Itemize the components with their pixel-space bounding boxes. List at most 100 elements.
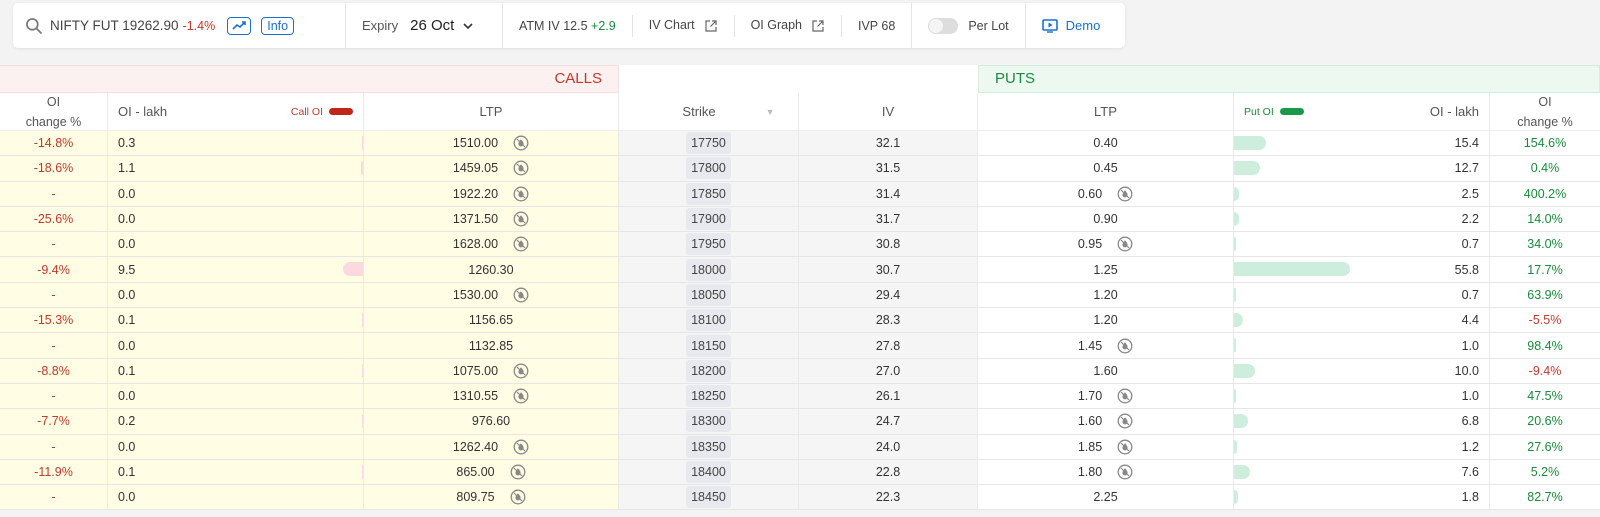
put-ltp-cell[interactable]: 0.95 xyxy=(978,232,1234,257)
table-row[interactable]: -7.7% 0.2 976.60 18300 24.7 1.60 6.8 20.6% xyxy=(0,409,1600,435)
header-put-ltp[interactable]: LTP xyxy=(978,93,1234,130)
table-row[interactable]: -0.0 809.75 18450 22.3 2.25 1.8 82.7% xyxy=(0,485,1600,511)
puts-section-label: PUTS xyxy=(978,65,1600,93)
put-oi-change: -9.4% xyxy=(1490,358,1600,383)
header-put-oi-change[interactable]: OI change % xyxy=(1490,93,1600,130)
put-oi-cell: 6.8 xyxy=(1234,409,1490,434)
call-ltp-cell[interactable]: 976.60 xyxy=(364,409,619,434)
header-call-ltp[interactable]: LTP xyxy=(364,93,619,130)
atm-iv-value: ATM IV 12.5 xyxy=(519,18,588,33)
put-oi-lakh: 1.0 xyxy=(1461,338,1479,353)
symbol-search[interactable]: NIFTY FUT 19262.90 -1.4% Info xyxy=(13,3,346,48)
put-oi-bar xyxy=(1234,439,1237,454)
call-ltp-cell[interactable]: 865.00 xyxy=(364,459,619,485)
per-lot-toggle[interactable]: Per Lot xyxy=(911,3,1026,48)
put-oi-change: 5.2% xyxy=(1490,459,1600,485)
no-flame-icon xyxy=(513,186,529,202)
put-ltp-cell[interactable]: 0.40 xyxy=(978,131,1234,156)
put-ltp-cell[interactable]: 2.25 xyxy=(978,485,1234,510)
call-oi-lakh: 1.1 xyxy=(118,161,136,176)
call-ltp: 1922.20 xyxy=(452,186,499,201)
table-row[interactable]: -0.0 1310.55 18250 26.1 1.70 1.0 47.5% xyxy=(0,383,1600,410)
table-row[interactable]: -0.0 1628.00 17950 30.8 0.95 0.7 34.0% xyxy=(0,232,1600,258)
demo-button[interactable]: Demo xyxy=(1026,18,1100,33)
table-row[interactable]: -18.6% 1.1 1459.05 17800 31.5 0.45 12.7 0.4% xyxy=(0,156,1600,182)
external-link-icon xyxy=(704,20,717,32)
table-row[interactable]: -0.0 1922.20 17850 31.4 0.60 2.5 400.2% xyxy=(0,181,1600,207)
strike-cell: 18000 xyxy=(619,257,799,282)
call-oi-lakh: 0.0 xyxy=(118,186,136,201)
table-row[interactable]: -15.3% 0.1 1156.65 18100 28.3 1.20 4.4 -5.5% xyxy=(0,308,1600,334)
iv-value: 22.3 xyxy=(799,485,978,510)
put-oi-bar xyxy=(1234,363,1255,378)
put-ltp-cell[interactable]: 1.60 xyxy=(978,358,1234,383)
header-call-oi-lakh[interactable]: OI - lakh Call OI xyxy=(108,93,364,130)
put-ltp-cell[interactable]: 1.80 xyxy=(978,459,1234,485)
put-ltp-cell[interactable]: 1.20 xyxy=(978,282,1234,308)
info-button[interactable]: Info xyxy=(261,16,295,35)
put-oi-lakh: 2.2 xyxy=(1461,212,1479,227)
put-oi-change: 400.2% xyxy=(1490,181,1600,206)
table-row[interactable]: -11.9% 0.1 865.00 18400 22.8 1.80 7.6 5.2% xyxy=(0,459,1600,486)
call-oi-bar xyxy=(361,313,363,328)
toggle-switch[interactable] xyxy=(928,17,959,34)
call-oi-cell: 0.1 xyxy=(108,358,364,383)
call-oi-bar xyxy=(361,136,363,150)
strike-cell: 17800 xyxy=(619,156,799,181)
put-oi-cell: 12.7 xyxy=(1234,156,1490,181)
put-ltp-cell[interactable]: 0.60 xyxy=(978,181,1234,206)
table-row[interactable]: -14.8% 0.3 1510.00 17750 32.1 0.40 15.4 154.6% xyxy=(0,131,1600,157)
put-oi-cell: 1.2 xyxy=(1234,434,1490,459)
put-ltp-cell[interactable]: 0.45 xyxy=(978,156,1234,181)
call-oi-lakh: 0.1 xyxy=(118,363,136,378)
call-ltp-cell[interactable]: 1371.50 xyxy=(364,206,619,232)
call-ltp-cell[interactable]: 1156.65 xyxy=(364,308,619,333)
header-put-oi-lakh[interactable]: Put OI OI - lakh xyxy=(1234,93,1490,130)
table-row[interactable]: -0.0 1132.85 18150 27.8 1.45 1.0 98.4% xyxy=(0,333,1600,359)
expiry-select[interactable]: Expiry 26 Oct xyxy=(346,3,503,48)
header-call-oi-change[interactable]: OI change % xyxy=(0,93,108,130)
put-ltp-cell[interactable]: 1.60 xyxy=(978,409,1234,434)
trend-chart-button[interactable] xyxy=(227,16,252,35)
call-ltp: 865.00 xyxy=(456,465,495,479)
put-oi-bar xyxy=(1234,136,1267,150)
put-oi-cell: 10.0 xyxy=(1234,358,1490,383)
call-ltp-cell[interactable]: 1310.55 xyxy=(364,383,619,409)
call-ltp-cell[interactable]: 1459.05 xyxy=(364,156,619,181)
put-oi-change: 17.7% xyxy=(1490,257,1600,282)
call-ltp-cell[interactable]: 1262.40 xyxy=(364,434,619,459)
call-oi-change: -25.6% xyxy=(0,206,108,232)
put-oi-bar xyxy=(1234,414,1249,429)
sort-caret-icon[interactable]: ▼ xyxy=(766,107,775,117)
call-ltp-cell[interactable]: 1530.00 xyxy=(364,282,619,308)
table-row[interactable]: -0.0 1530.00 18050 29.4 1.20 0.7 63.9% xyxy=(0,282,1600,309)
header-iv[interactable]: IV xyxy=(799,93,978,130)
put-ltp-cell[interactable]: 1.70 xyxy=(978,383,1234,409)
put-ltp-cell[interactable]: 1.45 xyxy=(978,333,1234,358)
header-strike[interactable]: Strike ▼ xyxy=(619,93,799,130)
table-row[interactable]: -0.0 1262.40 18350 24.0 1.85 1.2 27.6% xyxy=(0,434,1600,460)
table-row[interactable]: -8.8% 0.1 1075.00 18200 27.0 1.60 10.0 -9.4% xyxy=(0,358,1600,384)
call-ltp-cell[interactable]: 1922.20 xyxy=(364,181,619,206)
put-ltp-cell[interactable]: 1.25 xyxy=(978,257,1234,282)
put-oi-bar xyxy=(1234,490,1238,505)
call-ltp-cell[interactable]: 1628.00 xyxy=(364,232,619,257)
call-ltp-cell[interactable]: 1260.30 xyxy=(364,257,619,282)
strike-cell: 18200 xyxy=(619,358,799,383)
call-ltp-cell[interactable]: 1510.00 xyxy=(364,131,619,156)
call-ltp-cell[interactable]: 1132.85 xyxy=(364,333,619,358)
legend-label: Put OI xyxy=(1244,105,1274,118)
iv-value: 30.8 xyxy=(799,232,978,257)
put-ltp: 1.60 xyxy=(1077,414,1103,429)
table-row[interactable]: -25.6% 0.0 1371.50 17900 31.7 0.90 2.2 14.0% xyxy=(0,206,1600,233)
put-ltp-cell[interactable]: 1.20 xyxy=(978,308,1234,333)
call-ltp-cell[interactable]: 1075.00 xyxy=(364,358,619,383)
iv-chart-link[interactable]: IV Chart xyxy=(633,18,734,33)
put-oi-change: 82.7% xyxy=(1490,485,1600,510)
put-ltp-cell[interactable]: 0.90 xyxy=(978,206,1234,232)
oi-graph-link[interactable]: OI Graph xyxy=(735,18,841,33)
call-ltp: 1371.50 xyxy=(452,212,499,227)
call-ltp-cell[interactable]: 809.75 xyxy=(364,485,619,510)
table-row[interactable]: -9.4% 9.5 1260.30 18000 30.7 1.25 55.8 17.7% xyxy=(0,257,1600,283)
put-ltp-cell[interactable]: 1.85 xyxy=(978,434,1234,459)
